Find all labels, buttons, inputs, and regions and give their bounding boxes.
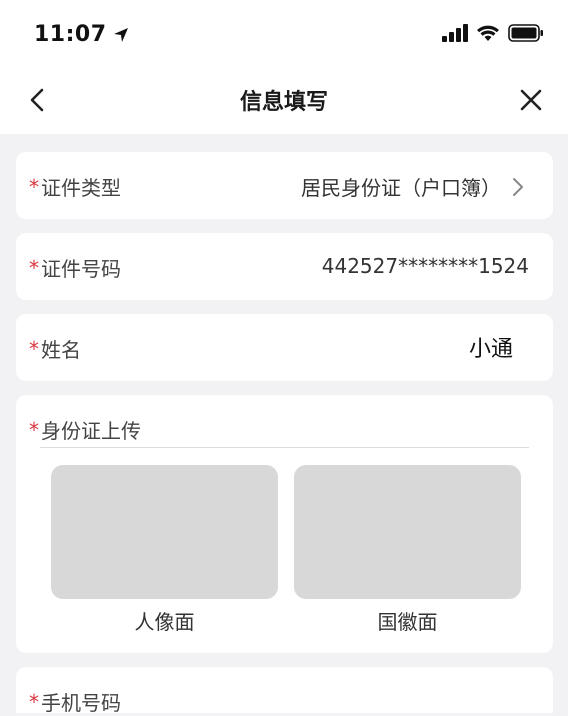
id-number-value[interactable]: 442527********1524 [322,254,529,278]
id-upload-label: * 身份证上传 [29,415,141,444]
phone-label-text: 手机号码 [41,691,121,715]
name-label: * 姓名 [29,334,81,363]
status-time-text: 11:07 [34,22,107,47]
id-type-value[interactable]: 居民身份证（户口簿） [301,172,525,201]
required-mark: * [29,255,39,280]
id-type-label: * 证件类型 [29,172,121,201]
required-mark: * [29,174,39,199]
top-bar: 11:07 信息填写 [0,0,568,134]
cellular-signal-icon [442,24,468,42]
battery-icon [508,24,543,42]
chevron-right-icon [513,177,523,196]
page-title: 信息填写 [239,90,328,115]
id-type-value-text: 居民身份证（户口簿） [301,176,501,200]
id-back-label: 国徽面 [377,610,438,634]
close-button[interactable] [518,87,544,113]
divider [40,447,529,448]
name-row: * 姓名 小通 [16,314,553,381]
id-type-row[interactable]: * 证件类型 居民身份证（户口簿） [16,152,553,219]
id-front-label: 人像面 [134,610,195,634]
id-back-upload[interactable] [294,465,521,599]
status-time: 11:07 [34,22,129,47]
wifi-icon [477,25,499,41]
name-value[interactable]: 小通 [469,331,513,363]
status-icons [442,24,544,42]
id-upload-card: * 身份证上传 人像面 国徽面 [16,395,553,653]
required-mark: * [29,689,39,714]
id-type-label-text: 证件类型 [41,176,121,200]
id-number-row: * 证件号码 442527********1524 [16,233,553,300]
id-upload-label-text: 身份证上传 [41,419,141,443]
close-icon [520,89,542,111]
phone-row[interactable]: * 手机号码 [16,667,553,716]
id-number-label: * 证件号码 [29,253,121,282]
id-front-upload[interactable] [51,465,278,599]
id-number-label-text: 证件号码 [41,257,121,281]
phone-label: * 手机号码 [29,687,121,716]
required-mark: * [29,417,39,442]
location-arrow-icon [113,27,128,42]
required-mark: * [29,336,39,361]
name-label-text: 姓名 [41,338,81,362]
